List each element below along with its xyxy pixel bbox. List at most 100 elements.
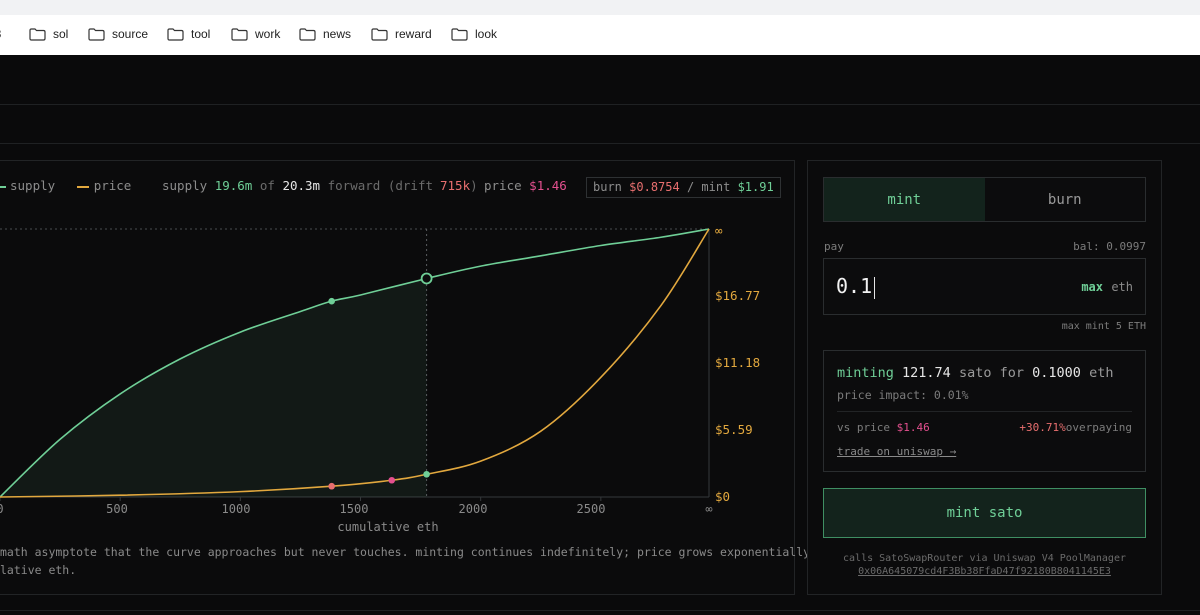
- folder-icon: [231, 27, 248, 41]
- divider: [837, 411, 1132, 412]
- text-caret: [874, 277, 875, 299]
- burn-value: $0.8754: [629, 180, 680, 194]
- bookmark-label: tool: [191, 27, 211, 41]
- current-supply-marker: [420, 272, 433, 285]
- supply-legend-swatch: [0, 185, 6, 188]
- chart-note-line-2: lative eth.: [0, 563, 77, 577]
- sato-for-text: sato for: [958, 365, 1024, 381]
- bookmark-label: look: [475, 27, 498, 41]
- folder-icon: [451, 27, 468, 41]
- mint-burn-tabs: mint burn: [823, 177, 1146, 222]
- divider: [0, 104, 1200, 105]
- x-tick-label: 0: [0, 502, 4, 516]
- router-info: calls SatoSwapRouter via Uniswap V4 Pool…: [843, 553, 1126, 564]
- y-tick-label: $16.77: [715, 288, 761, 303]
- drift-close: ): [470, 178, 478, 193]
- x-tick-label: 1500: [339, 502, 369, 516]
- mint-price-marker: [423, 470, 430, 478]
- price-legend-swatch: [76, 185, 89, 188]
- x-tick-label: ∞: [705, 502, 713, 516]
- mint-quote-card: minting 121.74 sato for 0.1000 eth price…: [823, 350, 1146, 472]
- drift-label: (drift: [387, 178, 433, 193]
- mint-label: mint: [701, 180, 731, 194]
- pay-label: pay: [824, 240, 844, 253]
- bookmark-tool[interactable]: tool: [167, 27, 210, 41]
- vs-price-value: $1.46: [896, 421, 930, 434]
- tab-mint[interactable]: mint: [824, 178, 985, 221]
- divider: [0, 143, 1200, 144]
- pay-field: max eth: [823, 258, 1146, 315]
- folder-icon: [29, 27, 46, 41]
- unit-label: eth: [1111, 280, 1133, 294]
- x-tick-label: 2500: [576, 502, 606, 516]
- folder-icon: [299, 27, 316, 41]
- bookmarks-bar: b3 sol source tool work news reward look: [0, 15, 1200, 55]
- x-tick-marks: [0, 497, 602, 501]
- bookmark-sol[interactable]: sol: [29, 27, 68, 41]
- mint-value: $1.91: [737, 180, 774, 194]
- supply-legend-label: supply: [10, 178, 56, 193]
- bookmark-work[interactable]: work: [231, 27, 280, 41]
- mint-sato-button[interactable]: mint sato: [823, 488, 1146, 538]
- burn-price-marker: [328, 482, 335, 490]
- bookmark-source[interactable]: source: [88, 27, 148, 41]
- bookmark-reward[interactable]: reward: [371, 27, 432, 41]
- bookmark-label: work: [255, 27, 281, 41]
- mint-summary: minting 121.74 sato for 0.1000 eth: [837, 365, 1113, 381]
- max-mint-hint: max mint 5 ETH: [1061, 321, 1146, 332]
- folder-icon: [167, 27, 184, 41]
- supply-value: 19.6m: [214, 178, 253, 193]
- burn-mint-quote: burn $0.8754 / mint $1.91: [586, 177, 781, 198]
- bonding-curve-chart: [0, 228, 710, 501]
- max-button[interactable]: max: [1081, 280, 1103, 294]
- folder-icon: [371, 27, 388, 41]
- supply-marker: [328, 297, 335, 305]
- price-impact: price impact: 0.01%: [837, 388, 969, 402]
- overpay-percent: +30.71%: [1019, 421, 1066, 434]
- price-prefix: price: [484, 178, 522, 193]
- tab-burn[interactable]: burn: [984, 178, 1145, 221]
- balance-label: bal: 0.0997: [1073, 240, 1146, 253]
- bookmark-label: source: [112, 27, 149, 41]
- divider: [0, 610, 1200, 611]
- eth-amount: 0.1000: [1032, 365, 1081, 381]
- of-text: of: [259, 178, 275, 193]
- overpay-label: overpaying: [1065, 421, 1132, 434]
- supply-summary: supply 19.6m of 20.3m forward (drift 715k…: [162, 178, 478, 193]
- uniswap-link[interactable]: trade on uniswap →: [837, 445, 956, 458]
- x-tick-label: 2000: [458, 502, 488, 516]
- contract-address-link[interactable]: 0x06A645079cd4F3Bb38FfaD47f92180B8041145…: [823, 566, 1146, 577]
- chart-note-line-1: math asymptote that the curve approaches…: [0, 545, 811, 559]
- browser-top-strip: [0, 0, 1200, 15]
- eth-unit: eth: [1089, 365, 1114, 381]
- bookmark-label: sol: [53, 27, 69, 41]
- bookmark-look[interactable]: look: [451, 27, 497, 41]
- supply-prefix: supply: [162, 178, 208, 193]
- mint-amount: 121.74: [902, 365, 951, 381]
- folder-icon: [88, 27, 105, 41]
- y-tick-label: $5.59: [715, 422, 753, 437]
- burn-label: burn: [593, 180, 622, 194]
- minting-label: minting: [837, 365, 894, 381]
- bookmark-news[interactable]: news: [299, 27, 351, 41]
- forward-text: forward: [327, 178, 381, 193]
- vs-price: vs price $1.46: [837, 421, 930, 434]
- x-axis-title: cumulative eth: [337, 520, 439, 534]
- spot-price-marker: [388, 476, 396, 484]
- overpay-indicator: +30.71%overpaying: [1019, 421, 1132, 434]
- x-tick-label: 1000: [221, 502, 251, 516]
- drift-value: 715k: [440, 178, 471, 193]
- x-tick-label: 500: [106, 502, 128, 516]
- y-tick-label: ∞: [715, 223, 723, 238]
- bookmark-b3[interactable]: b3: [0, 27, 1, 41]
- pay-amount-input[interactable]: [836, 274, 1036, 298]
- bookmark-label: reward: [395, 27, 432, 41]
- y-tick-label: $0: [715, 489, 731, 504]
- price-value: $1.46: [529, 178, 567, 193]
- bookmark-label: news: [323, 27, 352, 41]
- y-tick-label: $11.18: [715, 355, 761, 370]
- supply-area-fill: [0, 277, 432, 497]
- vs-price-label: vs price: [837, 421, 890, 434]
- chart-legend: supply price: [0, 178, 131, 193]
- bookmark-label: b3: [0, 27, 1, 41]
